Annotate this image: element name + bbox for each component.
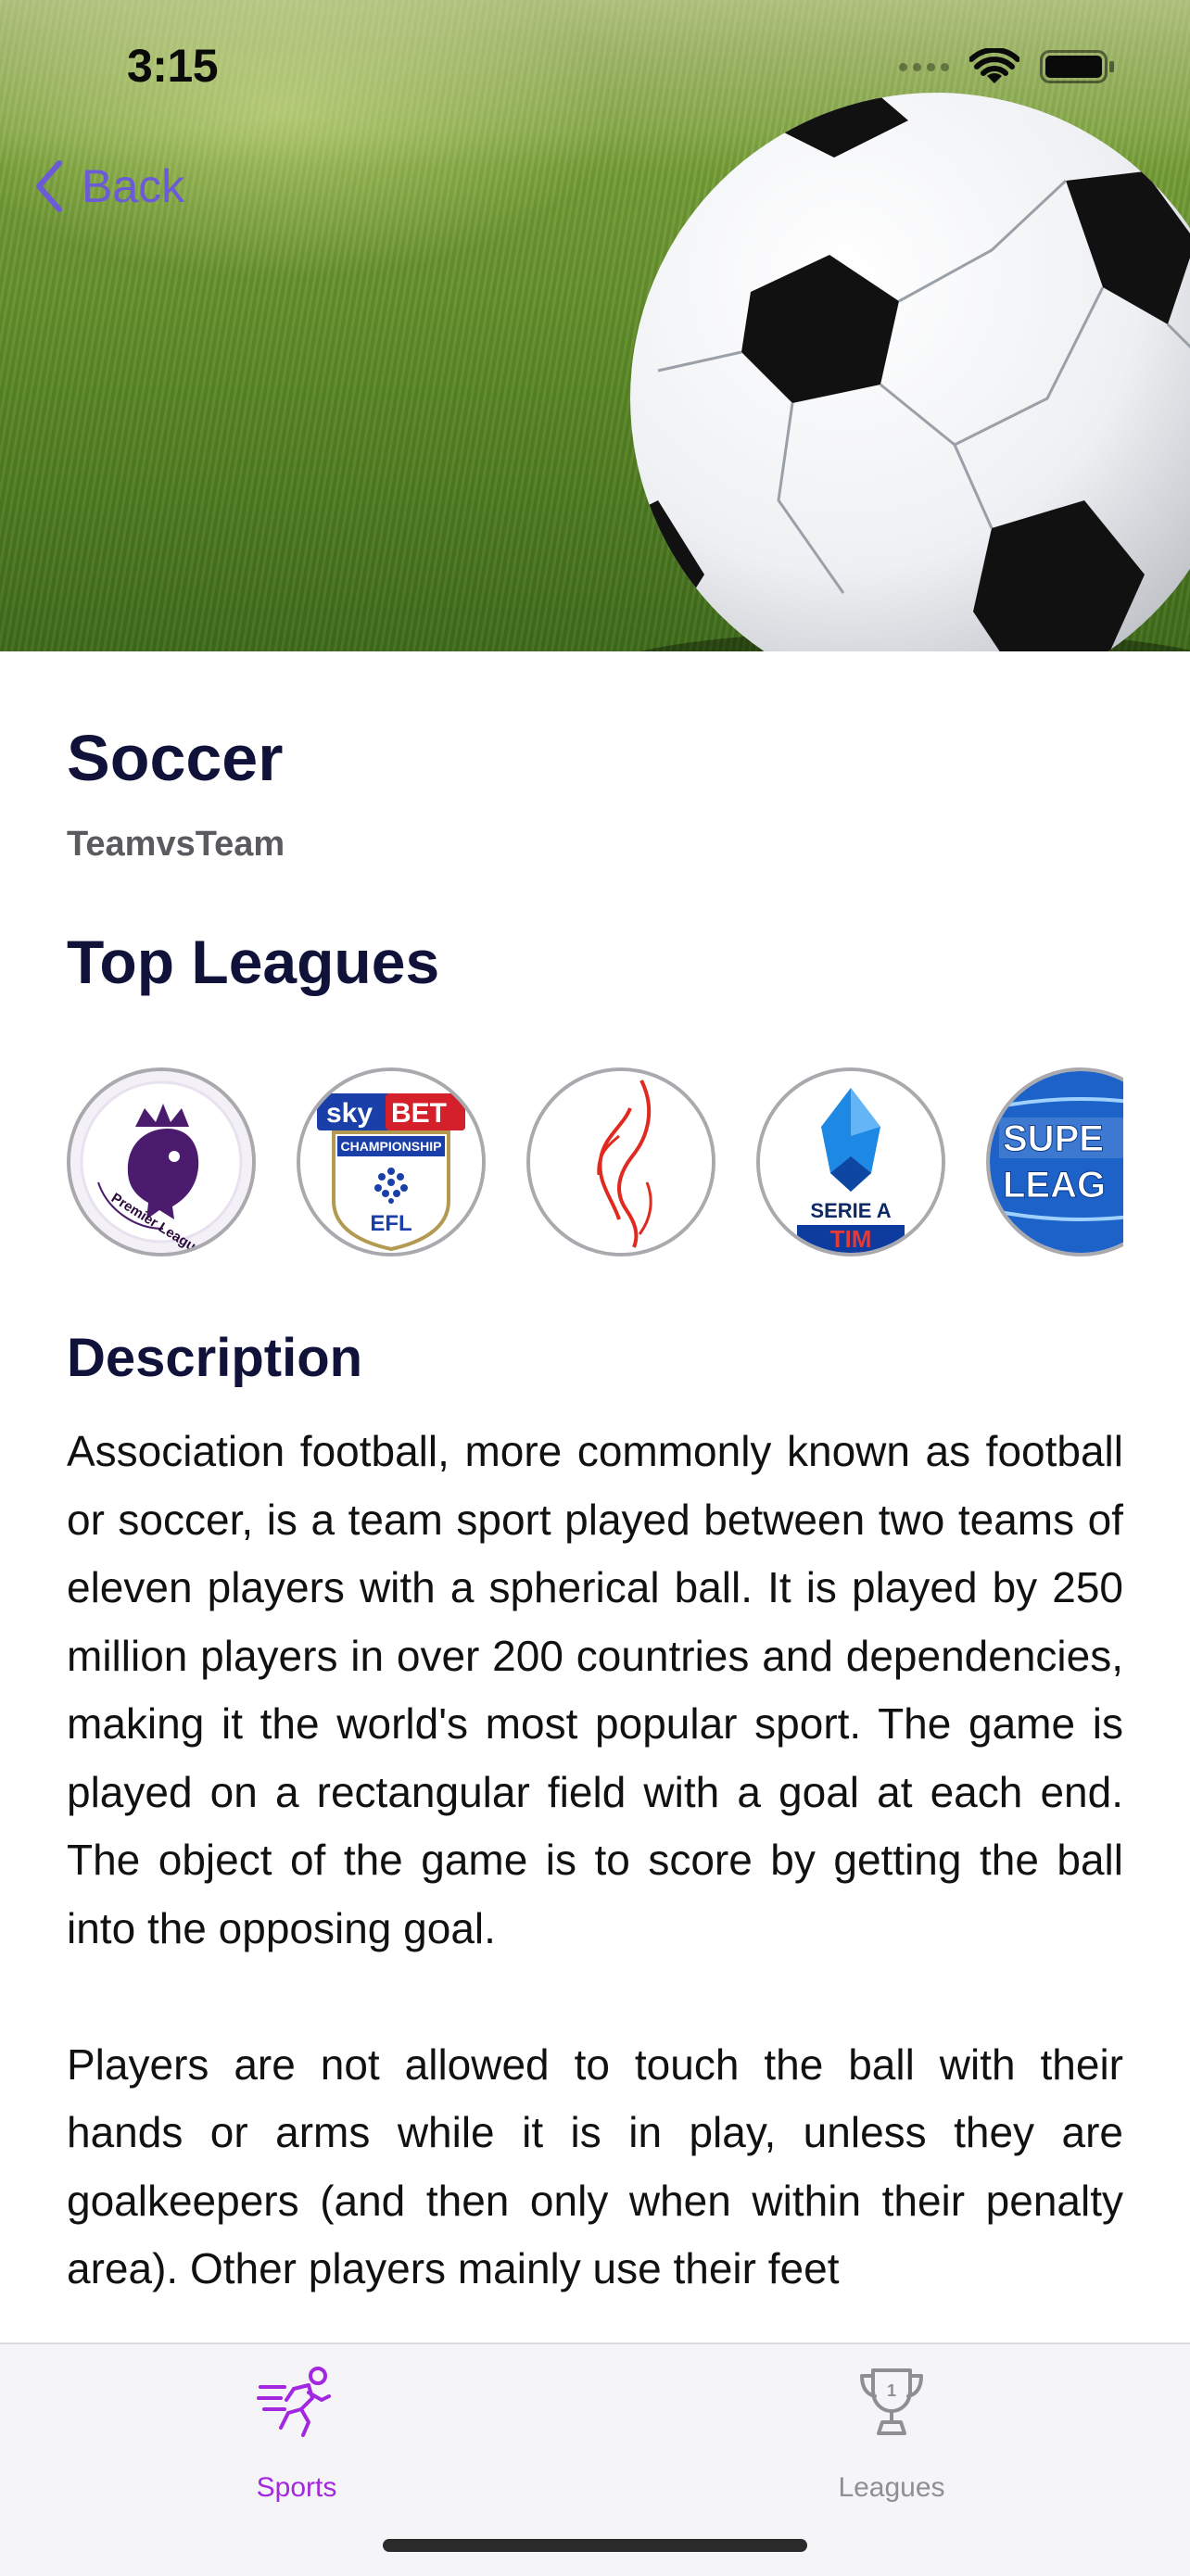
svg-text:SUPE: SUPE xyxy=(1003,1118,1104,1159)
serie-a-logo: SERIE A TIM xyxy=(760,1071,942,1253)
svg-text:BET: BET xyxy=(391,1098,447,1129)
top-leagues-carousel[interactable]: Premier League sky BET CHAMPIONSHIP EFL xyxy=(67,1067,1123,1264)
efl-championship-logo: sky BET CHAMPIONSHIP EFL xyxy=(300,1071,482,1253)
sport-format: TeamvsTeam xyxy=(67,825,285,864)
status-bar-indicators xyxy=(899,48,1116,85)
svg-text:EFL: EFL xyxy=(370,1211,411,1236)
home-indicator xyxy=(383,2539,807,2552)
trophy-icon: 1 xyxy=(860,2368,923,2435)
svg-text:CHAMPIONSHIP: CHAMPIONSHIP xyxy=(341,1139,442,1154)
sport-title: Soccer xyxy=(67,722,284,794)
svg-text:sky: sky xyxy=(326,1098,373,1129)
sport-header-image xyxy=(0,0,1190,651)
description-body: Association football, more commonly know… xyxy=(67,1418,1123,2342)
flame-crest-logo xyxy=(530,1071,712,1253)
tab-sports[interactable]: Sports xyxy=(111,2344,482,2530)
league-logo-serie-a[interactable]: SERIE A TIM xyxy=(756,1067,945,1256)
soccer-ball-image xyxy=(630,93,1190,651)
tab-sports-label: Sports xyxy=(256,2472,337,2503)
runner-icon xyxy=(257,2367,331,2437)
battery-icon xyxy=(1040,50,1114,83)
svg-text:LEAG: LEAG xyxy=(1003,1165,1106,1206)
cellular-signal-icon xyxy=(899,62,949,71)
league-logo-premier-league[interactable]: Premier League xyxy=(67,1067,256,1256)
tab-leagues-label: Leagues xyxy=(838,2472,945,2503)
description-heading: Description xyxy=(67,1328,363,1388)
chevron-left-icon xyxy=(36,160,62,212)
svg-text:SERIE A: SERIE A xyxy=(810,1199,891,1222)
svg-text:TIM: TIM xyxy=(830,1225,872,1253)
tab-leagues[interactable]: 1 Leagues xyxy=(706,2344,1077,2530)
svg-text:1: 1 xyxy=(887,2381,896,2400)
description-paragraph: Association football, more commonly know… xyxy=(67,1427,1123,1952)
top-leagues-heading: Top Leagues xyxy=(67,928,440,996)
premier-league-logo: Premier League xyxy=(70,1071,252,1253)
wifi-icon xyxy=(969,48,1019,83)
league-logo-efl-championship[interactable]: sky BET CHAMPIONSHIP EFL xyxy=(297,1067,486,1256)
league-logo-flame-crest[interactable] xyxy=(526,1067,715,1256)
super-league-greece-logo: SUPE LEAG xyxy=(990,1071,1123,1253)
back-button-label: Back xyxy=(82,160,185,212)
league-logo-super-league[interactable]: SUPE LEAG xyxy=(986,1067,1123,1256)
back-button[interactable]: Back xyxy=(33,159,184,213)
status-bar-time: 3:15 xyxy=(127,40,219,92)
description-paragraph: Players are not allowed to touch the bal… xyxy=(67,2039,1123,2293)
